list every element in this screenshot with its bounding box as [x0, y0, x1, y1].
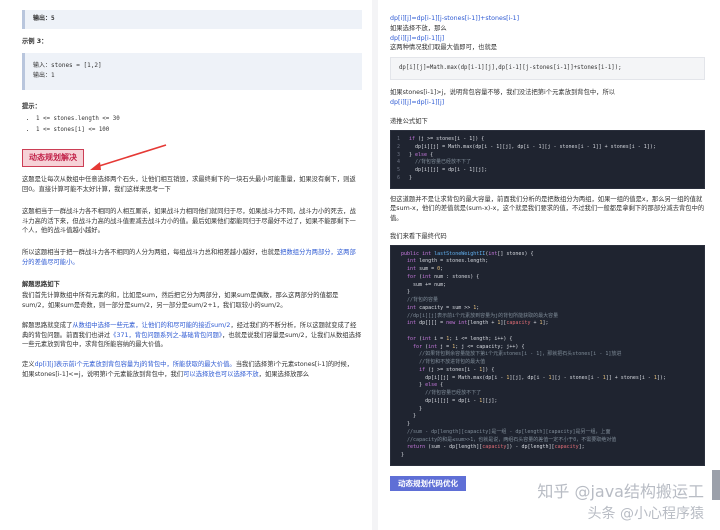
left-column: 输出：5 示例 3： 输入：stones = [1,2] 输出：1 提示： 1 …	[22, 0, 362, 388]
hint-item: 1 <= stones[i] <= 100	[36, 125, 362, 137]
paragraph: 所以这题相当于把一群战斗力各不相同的人分为两组，每组战斗力总和相差越小越好，也就…	[22, 249, 356, 266]
subheading: 解题思路如下	[22, 280, 60, 288]
final-code-image: public int lastStoneWeightII(int[] stone…	[390, 244, 705, 466]
output-line: 输出：5	[33, 15, 55, 22]
output-block: 输出：5	[22, 10, 362, 29]
example-title: 示例 3：	[22, 37, 48, 45]
formula: dp[i][j]=dp[i-1][j]	[390, 34, 445, 42]
paragraph: 解题思路就变成了从数组中选择一些元素，让他们的和尽可能的接近sum/2，经过我们…	[22, 321, 362, 349]
paragraph: 我们首先计算数组中所有元素的和，比如是sum，然后把它分为两部分，如果sum是偶…	[22, 292, 339, 310]
section-title-optimize: 动态规划代码优化	[390, 475, 466, 492]
text-line: 如果stones[i-1]>j，说明背包容量不够，我们没法把第i个元素放到背包中…	[390, 88, 616, 96]
code-snippet: dp[i][j]=Math.max(dp[i-1][j],dp[i-1][j-s…	[390, 57, 705, 80]
formula: dp[i][j]=dp[i-1][j-stones[i-1]]+stones[i…	[390, 15, 520, 22]
text-line: 递推公式如下	[390, 118, 428, 126]
text-line: 我们来看下最终代码	[390, 232, 447, 240]
formula: dp[i][j]=dp[i-1][j]	[390, 98, 445, 106]
text-line: 如果选择不放，那么	[390, 24, 447, 32]
paragraph: 这题相当于一群战斗力各不相同的人相互厮杀，如果战斗力相同他们就同归于尽，如果战斗…	[22, 207, 356, 235]
paragraph: 定义dp[i][j]表示前i个元素放到背包容量为j的背包中，所能获取的最大价值。…	[22, 361, 354, 369]
scrollbar-tab[interactable]	[712, 470, 720, 500]
paragraph: 这题是让每次从数组中任意选择两个石头，让他们相互销毁，求最终剩下的一块石头最小可…	[22, 176, 356, 194]
annotation-arrow-icon	[90, 144, 167, 170]
paragraph: 如果stones[i-1]<=j，说明第i个元素能放到背包中，我们可以选择放也可…	[22, 370, 310, 378]
paragraph: 但这道题并不是让求背包的最大容量，前面我们分析的是把数组分为两组，如果一组的值是…	[390, 195, 705, 223]
right-column: dp[i][j]=dp[i-1][j-stones[i-1]]+stones[i…	[390, 0, 705, 492]
text-line: 这两种情况我们取最大值即可，也就是	[390, 44, 498, 52]
article-link[interactable]: 《371，背包问题系列之-基础背包问题》	[110, 332, 222, 339]
hint-list: 1 <= stones.length <= 30 1 <= stones[i] …	[36, 114, 362, 137]
section-title: 动态规划解决	[22, 149, 84, 168]
example-output: 输出：1	[33, 72, 55, 80]
hint-item: 1 <= stones.length <= 30	[36, 114, 362, 126]
recurrence-code-image: 1 if (j >= stones[i - 1]) { 2 dp[i][j] = …	[390, 130, 705, 189]
example-block: 输入：stones = [1,2] 输出：1	[22, 52, 362, 91]
watermark: 知乎 @java结构搬运工 头条 @小心程序猿	[537, 481, 704, 523]
column-gap	[372, 0, 378, 530]
hint-title: 提示：	[22, 103, 41, 111]
example-input: 输入：stones = [1,2]	[33, 61, 102, 69]
